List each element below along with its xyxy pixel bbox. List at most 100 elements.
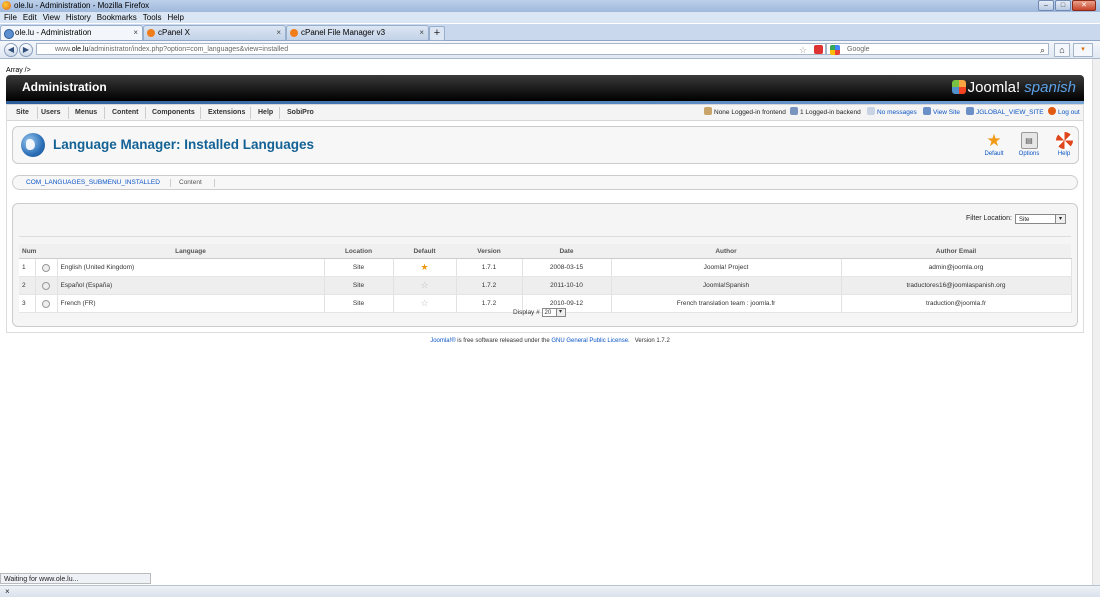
new-tab-button[interactable]: + xyxy=(429,26,445,41)
set-default-star-icon[interactable]: ☆ xyxy=(420,280,428,290)
row-default: ☆ xyxy=(393,294,457,313)
navigation-toolbar: ◀ ▶ www.ole.lu/administrator/index.php?o… xyxy=(0,41,1100,59)
menu-edit[interactable]: Edit xyxy=(23,12,37,23)
table-row: 1 English (United Kingdom) Site ★ 1.7.1 … xyxy=(19,258,1072,277)
window-controls: – □ ✕ xyxy=(1038,0,1096,11)
submenu-installed[interactable]: COM_LANGUAGES_SUBMENU_INSTALLED xyxy=(26,176,160,190)
page-scrollbar[interactable] xyxy=(1092,59,1100,585)
search-placeholder: Google xyxy=(847,46,870,53)
column-header-select xyxy=(35,244,57,259)
logout-link[interactable]: Log out xyxy=(1048,105,1080,121)
forward-button[interactable]: ▶ xyxy=(19,43,33,57)
column-header-date[interactable]: Date xyxy=(522,244,611,259)
menu-divider xyxy=(279,107,280,119)
logout-icon xyxy=(1048,107,1056,115)
minimize-button[interactable]: – xyxy=(1038,0,1054,11)
bookmark-star-icon[interactable]: ☆ xyxy=(799,44,807,56)
window-titlebar: ole.lu - Administration - Mozilla Firefo… xyxy=(0,0,1100,12)
menu-bookmarks[interactable]: Bookmarks xyxy=(97,12,137,23)
cpanel-favicon-icon xyxy=(147,29,155,37)
search-icon[interactable]: ⌕ xyxy=(1040,44,1045,56)
tab-close-icon[interactable]: × xyxy=(419,26,424,40)
tab-close-icon[interactable]: × xyxy=(133,26,138,40)
menu-users[interactable]: Users xyxy=(41,105,60,121)
options-icon: ▤ xyxy=(1020,132,1038,149)
column-header-version[interactable]: Version xyxy=(456,244,522,259)
menu-divider xyxy=(104,107,105,119)
search-bar[interactable]: Google ⌕ xyxy=(826,43,1049,55)
column-header-language[interactable]: Language xyxy=(57,244,324,259)
row-language: Español (España) xyxy=(57,276,325,295)
close-addon-bar-icon[interactable]: × xyxy=(5,586,10,597)
default-button[interactable]: ★ Default xyxy=(979,131,1009,161)
table-header-row: Num Language Location Default Version Da… xyxy=(19,244,1071,259)
row-radio[interactable] xyxy=(42,263,50,272)
messages-link[interactable]: No messages xyxy=(867,105,917,121)
menu-extensions[interactable]: Extensions xyxy=(208,105,245,121)
addon-icon[interactable] xyxy=(814,45,823,54)
row-radio[interactable] xyxy=(42,299,50,308)
google-icon[interactable] xyxy=(830,45,840,55)
submenu-content[interactable]: Content xyxy=(179,176,202,190)
global-view-site-link[interactable]: JGLOBAL_VIEW_SITE xyxy=(966,105,1044,121)
display-limit-value: 20 xyxy=(544,310,552,316)
filter-location-select[interactable]: Site ▾ xyxy=(1015,214,1066,224)
mail-icon xyxy=(867,107,875,115)
tab-label: cPanel X xyxy=(158,28,191,37)
menu-content[interactable]: Content xyxy=(112,105,138,121)
options-button[interactable]: ▤ Options xyxy=(1014,131,1044,161)
languages-panel: Filter Location: Site ▾ Num Language Loc… xyxy=(12,203,1078,327)
tab-cpanel-x[interactable]: cPanel X × xyxy=(143,25,286,40)
ole-favicon-icon xyxy=(4,29,14,39)
menu-help[interactable]: Help xyxy=(258,105,273,121)
menu-components[interactable]: Components xyxy=(152,105,195,121)
url-bar[interactable]: www.ole.lu/administrator/index.php?optio… xyxy=(36,43,826,55)
row-date: 2011-10-10 xyxy=(522,276,612,295)
debug-text: Array /> xyxy=(6,67,31,74)
admin-menubar: Site Users Menus Content Components Exte… xyxy=(6,104,1084,121)
maximize-button[interactable]: □ xyxy=(1055,0,1071,11)
row-author: Joomla! Project xyxy=(611,258,842,277)
menu-view[interactable]: View xyxy=(43,12,60,23)
home-button[interactable]: ⌂ xyxy=(1054,43,1070,57)
display-limit-select[interactable]: 20 ▾ xyxy=(541,308,566,317)
tab-cpanel-file-manager[interactable]: cPanel File Manager v3 × xyxy=(286,25,429,40)
column-header-author[interactable]: Author xyxy=(611,244,841,259)
tab-ole-admin[interactable]: ole.lu - Administration × xyxy=(0,25,143,40)
help-button[interactable]: Help xyxy=(1049,131,1079,161)
row-select xyxy=(35,294,58,313)
row-radio[interactable] xyxy=(42,281,50,290)
row-default: ★ xyxy=(393,258,457,277)
url-domain: ole.lu xyxy=(71,46,89,53)
menu-history[interactable]: History xyxy=(66,12,91,23)
joomla-link[interactable]: Joomla!® xyxy=(430,338,455,344)
menu-sobipro[interactable]: SobiPro xyxy=(287,105,314,121)
back-button[interactable]: ◀ xyxy=(4,43,18,57)
column-header-default[interactable]: Default xyxy=(393,244,456,259)
menu-menus[interactable]: Menus xyxy=(75,105,97,121)
status-text: 1 Logged-in backend xyxy=(800,109,861,116)
cpanel-favicon-icon xyxy=(290,29,298,37)
joomla-logo-icon xyxy=(951,80,966,94)
window-close-button[interactable]: ✕ xyxy=(1072,0,1096,11)
set-default-star-icon[interactable]: ☆ xyxy=(420,298,428,308)
monitor-icon xyxy=(966,107,974,115)
menu-divider xyxy=(68,107,69,119)
column-header-author-email[interactable]: Author Email xyxy=(841,244,1071,259)
extension-button[interactable]: ▾ xyxy=(1073,43,1093,57)
menu-help[interactable]: Help xyxy=(167,12,183,23)
gpl-license-link[interactable]: GNU General Public License. xyxy=(551,338,629,344)
page-title: Language Manager: Installed Languages xyxy=(53,137,315,152)
menu-tools[interactable]: Tools xyxy=(143,12,162,23)
menu-file[interactable]: File xyxy=(4,12,17,23)
column-header-num[interactable]: Num xyxy=(19,244,36,259)
pagination-limit: Display # 20 ▾ xyxy=(513,308,566,317)
tab-close-icon[interactable]: × xyxy=(276,26,281,40)
row-language: French (FR) xyxy=(57,294,325,313)
view-site-link[interactable]: View Site xyxy=(923,105,960,121)
column-header-location[interactable]: Location xyxy=(324,244,393,259)
row-version: 1.7.1 xyxy=(456,258,523,277)
row-num: 2 xyxy=(19,276,36,295)
menu-site[interactable]: Site xyxy=(16,105,29,121)
users-icon xyxy=(790,107,798,115)
